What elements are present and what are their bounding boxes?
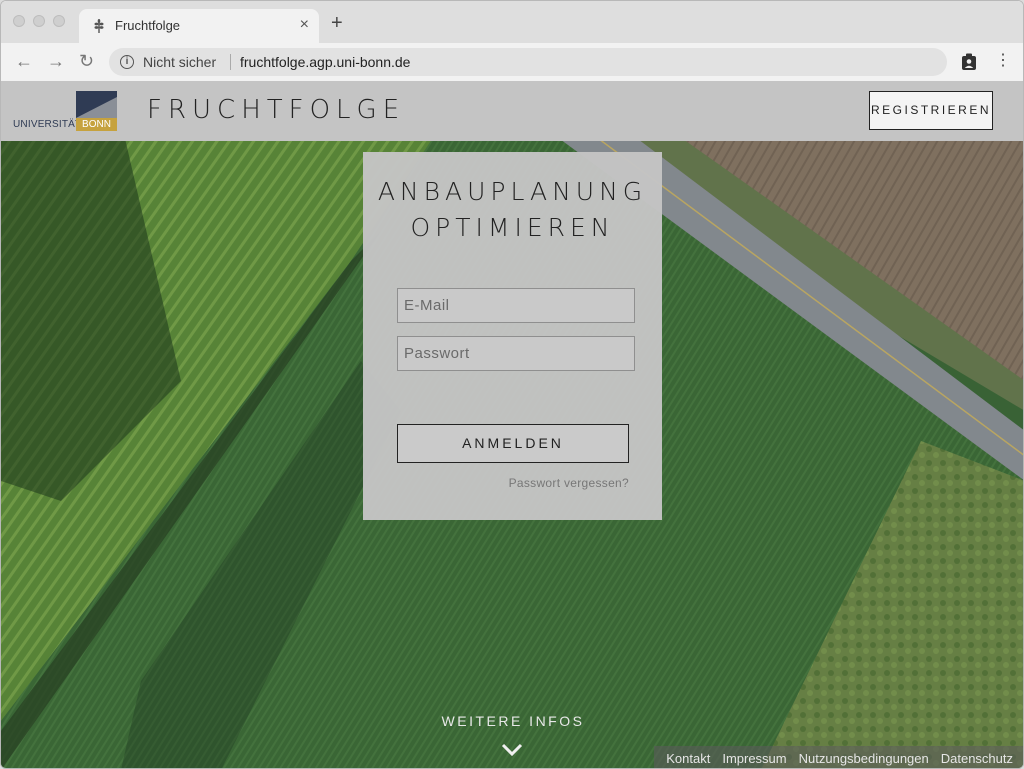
browser-tab[interactable]: Fruchtfolge × <box>79 9 319 43</box>
site-title: FRUCHTFOLGE <box>147 95 406 125</box>
more-info-link[interactable]: WEITERE INFOS <box>1 713 1023 729</box>
logo-text-universitaet: UNIVERSITÄT <box>13 119 82 130</box>
security-label[interactable]: Nicht sicher <box>143 54 216 70</box>
address-divider <box>230 54 231 70</box>
info-icon[interactable]: i <box>120 55 134 69</box>
headline-line-1: ANBAUPLANUNG <box>377 177 648 206</box>
forward-arrow-icon[interactable]: → <box>47 51 65 71</box>
back-arrow-icon[interactable]: ← <box>15 51 33 71</box>
footer-link-impressum[interactable]: Impressum <box>722 751 786 766</box>
headline-line-2: OPTIMIEREN <box>410 213 615 242</box>
register-button[interactable]: REGISTRIEREN <box>869 91 993 130</box>
close-tab-icon[interactable]: × <box>300 17 309 33</box>
login-headline: ANBAUPLANUNG OPTIMIEREN <box>363 174 662 246</box>
footer-links: Kontakt Impressum Nutzungsbedingungen Da… <box>654 746 1023 768</box>
wheat-icon <box>94 19 104 33</box>
minimize-window-dot[interactable] <box>33 15 45 27</box>
email-field[interactable] <box>397 288 635 323</box>
extension-icon[interactable] <box>961 53 977 71</box>
new-tab-icon[interactable]: + <box>331 13 343 33</box>
chevron-down-icon[interactable] <box>501 743 523 757</box>
login-card: ANBAUPLANUNG OPTIMIEREN ANMELDEN Passwor… <box>363 152 662 520</box>
browser-window: Fruchtfolge × + ← → ↻ i Nicht sicher fru… <box>0 0 1024 769</box>
university-logo[interactable]: UNIVERSITÄT BONN <box>13 91 118 133</box>
site-header: UNIVERSITÄT BONN FRUCHTFOLGE REGISTRIERE… <box>1 81 1023 141</box>
logo-text-bonn: BONN <box>76 118 117 131</box>
footer-link-nutzungsbedingungen[interactable]: Nutzungsbedingungen <box>799 751 929 766</box>
page-viewport: UNIVERSITÄT BONN FRUCHTFOLGE REGISTRIERE… <box>1 81 1023 768</box>
reload-icon[interactable]: ↻ <box>79 51 94 71</box>
forgot-password-link[interactable]: Passwort vergessen? <box>509 476 629 490</box>
footer-link-datenschutz[interactable]: Datenschutz <box>941 751 1013 766</box>
password-field[interactable] <box>397 336 635 371</box>
footer-link-kontakt[interactable]: Kontakt <box>666 751 710 766</box>
url-text[interactable]: fruchtfolge.agp.uni-bonn.de <box>240 54 410 70</box>
address-bar[interactable]: i Nicht sicher fruchtfolge.agp.uni-bonn.… <box>109 48 947 76</box>
browser-toolbar: ← → ↻ i Nicht sicher fruchtfolge.agp.uni… <box>1 43 1023 82</box>
login-button[interactable]: ANMELDEN <box>397 424 629 463</box>
menu-dots-icon[interactable]: ⋮ <box>995 51 1011 71</box>
tab-strip: Fruchtfolge × + <box>1 1 1023 43</box>
close-window-dot[interactable] <box>13 15 25 27</box>
zoom-window-dot[interactable] <box>53 15 65 27</box>
tab-title: Fruchtfolge <box>115 18 181 33</box>
